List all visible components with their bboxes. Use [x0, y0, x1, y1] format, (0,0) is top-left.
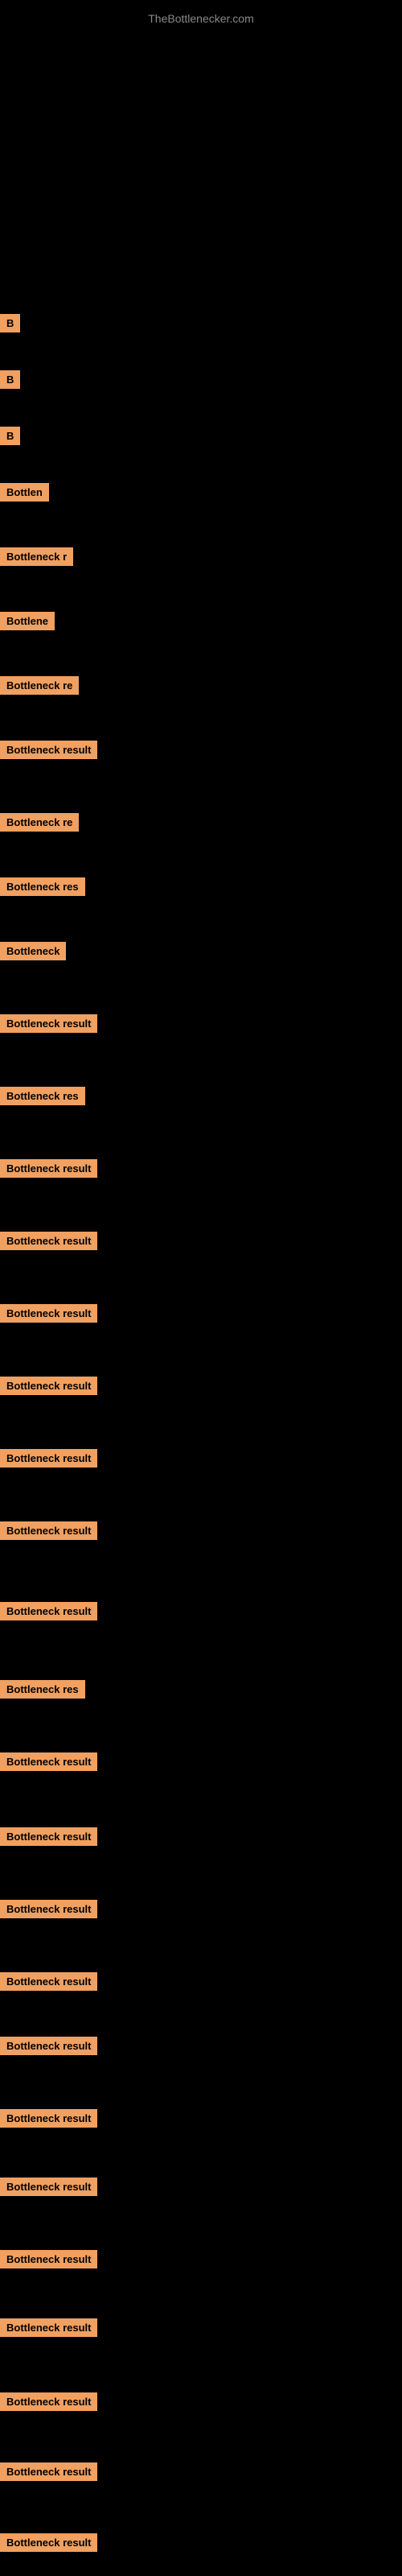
bottleneck-label-row: Bottleneck r	[0, 547, 73, 570]
bottleneck-label-row: Bottleneck result	[0, 1159, 97, 1182]
bottleneck-label-row: Bottleneck result	[0, 1900, 97, 1922]
bottleneck-label: Bottleneck result	[0, 1752, 97, 1771]
bottleneck-label: Bottleneck result	[0, 1304, 97, 1323]
bottleneck-label-row: Bottleneck result	[0, 1449, 97, 1472]
bottleneck-label: Bottleneck r	[0, 547, 73, 566]
bottleneck-label: Bottleneck result	[0, 2392, 97, 2411]
bottleneck-label: Bottleneck re	[0, 813, 79, 832]
bottleneck-label: B	[0, 427, 20, 445]
bottleneck-label: Bottleneck result	[0, 1972, 97, 1991]
bottleneck-label-row: Bottleneck result	[0, 1752, 97, 1775]
bottleneck-label-row: Bottlen	[0, 483, 49, 506]
bottleneck-label-row: B	[0, 314, 20, 336]
bottleneck-label: Bottleneck result	[0, 1377, 97, 1395]
bottleneck-label: B	[0, 314, 20, 332]
bottleneck-label-row: Bottleneck result	[0, 2392, 97, 2415]
bottleneck-label: Bottleneck	[0, 942, 66, 960]
bottleneck-label: Bottleneck result	[0, 2250, 97, 2268]
bottleneck-label-row: Bottleneck result	[0, 2037, 97, 2059]
bottleneck-label-row: Bottleneck result	[0, 2533, 97, 2556]
bottleneck-label-row: Bottleneck result	[0, 1827, 97, 1850]
bottleneck-label-row: Bottleneck re	[0, 813, 79, 836]
bottleneck-label-row: Bottleneck result	[0, 1972, 97, 1995]
bottleneck-label-row: Bottlene	[0, 612, 55, 634]
bottleneck-label-row: Bottleneck res	[0, 877, 85, 900]
bottleneck-label: Bottleneck res	[0, 1680, 85, 1699]
bottleneck-label-row: Bottleneck result	[0, 1014, 97, 1037]
bottleneck-label-row: B	[0, 370, 20, 393]
bottleneck-label-row: Bottleneck result	[0, 1232, 97, 1254]
bottleneck-label: Bottlen	[0, 483, 49, 502]
bottleneck-label: Bottleneck res	[0, 877, 85, 896]
bottleneck-label-row: Bottleneck result	[0, 2178, 97, 2200]
bottleneck-label-row: Bottleneck re	[0, 676, 79, 699]
bottleneck-label: Bottleneck result	[0, 1449, 97, 1468]
bottleneck-label-row: Bottleneck result	[0, 1521, 97, 1544]
bottleneck-label-row: Bottleneck result	[0, 1304, 97, 1327]
bottleneck-label: Bottleneck result	[0, 1900, 97, 1918]
bottleneck-label-row: Bottleneck result	[0, 1602, 97, 1624]
bottleneck-label-row: Bottleneck	[0, 942, 66, 964]
bottleneck-label: Bottleneck result	[0, 1602, 97, 1620]
bottleneck-label: Bottleneck result	[0, 2533, 97, 2552]
bottleneck-label: Bottleneck result	[0, 1014, 97, 1033]
site-title: TheBottlenecker.com	[0, 4, 402, 29]
bottleneck-label-row: Bottleneck res	[0, 1680, 85, 1703]
bottleneck-label-row: B	[0, 427, 20, 449]
bottleneck-label-row: Bottleneck result	[0, 2318, 97, 2341]
bottleneck-label: Bottleneck re	[0, 676, 79, 695]
bottleneck-label: B	[0, 370, 20, 389]
bottleneck-label: Bottlene	[0, 612, 55, 630]
bottleneck-label: Bottleneck result	[0, 1827, 97, 1846]
bottleneck-label: Bottleneck result	[0, 1232, 97, 1250]
bottleneck-label-row: Bottleneck result	[0, 1377, 97, 1399]
bottleneck-label: Bottleneck res	[0, 1087, 85, 1105]
bottleneck-label: Bottleneck result	[0, 2318, 97, 2337]
bottleneck-label: Bottleneck result	[0, 2109, 97, 2128]
bottleneck-label: Bottleneck result	[0, 741, 97, 759]
bottleneck-label: Bottleneck result	[0, 2037, 97, 2055]
bottleneck-label-row: Bottleneck res	[0, 1087, 85, 1109]
bottleneck-label-row: Bottleneck result	[0, 2250, 97, 2273]
bottleneck-label-row: Bottleneck result	[0, 2462, 97, 2485]
bottleneck-label: Bottleneck result	[0, 1521, 97, 1540]
bottleneck-label-row: Bottleneck result	[0, 741, 97, 763]
bottleneck-label-row: Bottleneck result	[0, 2109, 97, 2132]
bottleneck-label: Bottleneck result	[0, 1159, 97, 1178]
bottleneck-label: Bottleneck result	[0, 2178, 97, 2196]
bottleneck-label: Bottleneck result	[0, 2462, 97, 2481]
